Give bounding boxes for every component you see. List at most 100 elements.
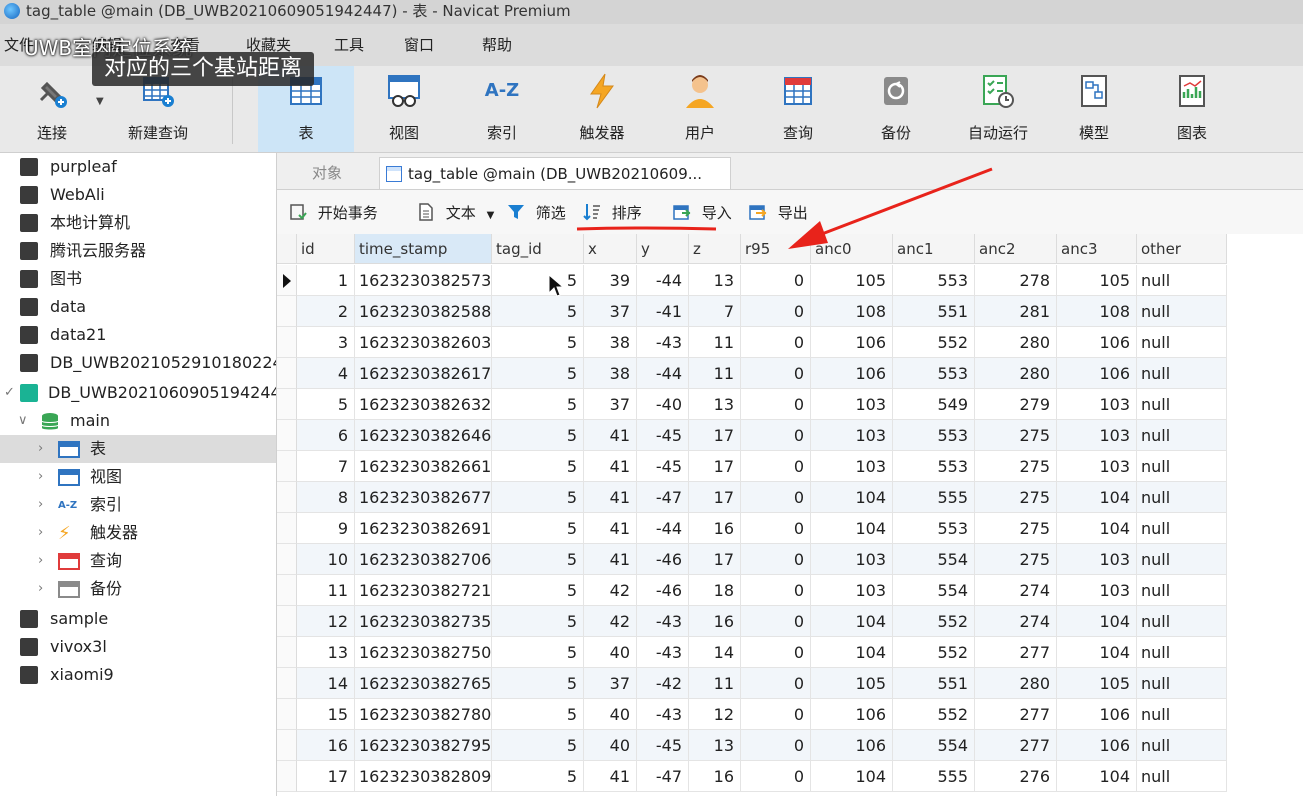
cell-z[interactable]: 17 [689, 451, 741, 482]
table-row[interactable]: 17 1623230382809 5 41 -47 16 0 104 555 276 104 null [277, 761, 1227, 792]
row-selector[interactable] [277, 730, 297, 761]
cell-anc2[interactable]: 274 [975, 606, 1057, 637]
cell-anc0[interactable]: 104 [811, 606, 893, 637]
cell-r95[interactable]: 0 [741, 575, 811, 606]
tree-node[interactable]: › 备份 [0, 575, 276, 603]
cell-z[interactable]: 14 [689, 637, 741, 668]
cell-x[interactable]: 41 [584, 420, 637, 451]
cell-id[interactable]: 13 [297, 637, 355, 668]
cell-anc0[interactable]: 106 [811, 358, 893, 389]
cell-z[interactable]: 7 [689, 296, 741, 327]
cell-anc2[interactable]: 275 [975, 420, 1057, 451]
cell-y[interactable]: -43 [637, 699, 689, 730]
cell-time-stamp[interactable]: 1623230382780 [355, 699, 492, 730]
cell-x[interactable]: 41 [584, 513, 637, 544]
cell-r95[interactable]: 0 [741, 296, 811, 327]
chevron-right-icon[interactable]: › [38, 435, 43, 463]
cell-tag-id[interactable]: 5 [492, 451, 584, 482]
table-row[interactable]: 2 1623230382588 5 37 -41 7 0 108 551 281 108 null [277, 296, 1227, 327]
cell-time-stamp[interactable]: 1623230382573 [355, 265, 492, 296]
cell-anc0[interactable]: 104 [811, 513, 893, 544]
cell-time-stamp[interactable]: 1623230382795 [355, 730, 492, 761]
cell-id[interactable]: 7 [297, 451, 355, 482]
tree-connection[interactable]: 腾讯云服务器 [0, 237, 276, 265]
cell-z[interactable]: 16 [689, 606, 741, 637]
cell-anc0[interactable]: 105 [811, 668, 893, 699]
cell-y[interactable]: -44 [637, 265, 689, 296]
cell-tag-id[interactable]: 5 [492, 699, 584, 730]
chevron-down-icon[interactable]: ▼ [487, 210, 495, 221]
cell-anc0[interactable]: 105 [811, 265, 893, 296]
cell-anc1[interactable]: 555 [893, 482, 975, 513]
tree-node[interactable]: › 查询 [0, 547, 276, 575]
cell-z[interactable]: 18 [689, 575, 741, 606]
table-row[interactable]: 16 1623230382795 5 40 -45 13 0 106 554 277 106 null [277, 730, 1227, 761]
cell-anc0[interactable]: 103 [811, 451, 893, 482]
cell-anc0[interactable]: 108 [811, 296, 893, 327]
table-row[interactable]: 10 1623230382706 5 41 -46 17 0 103 554 275 103 null [277, 544, 1227, 575]
cell-id[interactable]: 14 [297, 668, 355, 699]
begin-transaction-button[interactable]: 开始事务 [289, 202, 378, 224]
cell-tag-id[interactable]: 5 [492, 482, 584, 513]
cell-anc2[interactable]: 275 [975, 451, 1057, 482]
cell-y[interactable]: -46 [637, 544, 689, 575]
cell-anc1[interactable]: 552 [893, 606, 975, 637]
tab-tag-table[interactable]: tag_table @main (DB_UWB20210609... [379, 157, 731, 189]
cell-other[interactable]: null [1137, 699, 1227, 730]
cell-other[interactable]: null [1137, 327, 1227, 358]
cell-anc2[interactable]: 274 [975, 575, 1057, 606]
cell-r95[interactable]: 0 [741, 761, 811, 792]
column-header-y[interactable]: y [637, 234, 689, 264]
cell-z[interactable]: 13 [689, 265, 741, 296]
cell-x[interactable]: 40 [584, 730, 637, 761]
tree-connection[interactable]: purpleaf [0, 153, 276, 181]
table-row[interactable]: 13 1623230382750 5 40 -43 14 0 104 552 277 104 null [277, 637, 1227, 668]
cell-anc3[interactable]: 106 [1057, 699, 1137, 730]
cell-time-stamp[interactable]: 1623230382809 [355, 761, 492, 792]
cell-r95[interactable]: 0 [741, 544, 811, 575]
cell-r95[interactable]: 0 [741, 513, 811, 544]
tree-node[interactable]: › A-Z 索引 [0, 491, 276, 519]
cell-anc2[interactable]: 281 [975, 296, 1057, 327]
row-selector[interactable] [277, 358, 297, 389]
row-selector[interactable] [277, 420, 297, 451]
cell-time-stamp[interactable]: 1623230382721 [355, 575, 492, 606]
cell-tag-id[interactable]: 5 [492, 513, 584, 544]
cell-time-stamp[interactable]: 1623230382750 [355, 637, 492, 668]
cell-anc2[interactable]: 275 [975, 544, 1057, 575]
cell-time-stamp[interactable]: 1623230382765 [355, 668, 492, 699]
chart-button[interactable]: 图表 [1144, 66, 1240, 152]
cell-anc2[interactable]: 275 [975, 482, 1057, 513]
row-selector[interactable] [277, 327, 297, 358]
cell-z[interactable]: 11 [689, 327, 741, 358]
row-selector[interactable] [277, 296, 297, 327]
cell-anc1[interactable]: 553 [893, 513, 975, 544]
cell-anc1[interactable]: 552 [893, 699, 975, 730]
cell-time-stamp[interactable]: 1623230382632 [355, 389, 492, 420]
chevron-right-icon[interactable]: › [38, 547, 43, 575]
table-row[interactable]: 7 1623230382661 5 41 -45 17 0 103 553 275 103 null [277, 451, 1227, 482]
cell-other[interactable]: null [1137, 482, 1227, 513]
cell-anc0[interactable]: 104 [811, 761, 893, 792]
tree-node[interactable]: › 表 [0, 435, 276, 463]
cell-anc1[interactable]: 553 [893, 451, 975, 482]
cell-time-stamp[interactable]: 1623230382691 [355, 513, 492, 544]
connect-button[interactable]: 连接 [10, 66, 94, 152]
cell-y[interactable]: -41 [637, 296, 689, 327]
cell-y[interactable]: -45 [637, 730, 689, 761]
cell-other[interactable]: null [1137, 606, 1227, 637]
cell-anc3[interactable]: 103 [1057, 575, 1137, 606]
chevron-down-icon[interactable]: ∨ [18, 407, 28, 435]
cell-r95[interactable]: 0 [741, 358, 811, 389]
cell-r95[interactable]: 0 [741, 265, 811, 296]
sort-button[interactable]: 排序 [583, 202, 642, 224]
tree-connection[interactable]: vivox3l [0, 633, 276, 661]
cell-y[interactable]: -40 [637, 389, 689, 420]
cell-tag-id[interactable]: 5 [492, 358, 584, 389]
cell-anc0[interactable]: 106 [811, 699, 893, 730]
cell-time-stamp[interactable]: 1623230382588 [355, 296, 492, 327]
cell-z[interactable]: 17 [689, 544, 741, 575]
cell-anc1[interactable]: 554 [893, 575, 975, 606]
menu-window[interactable]: 窗口 [404, 34, 434, 55]
row-selector[interactable] [277, 575, 297, 606]
